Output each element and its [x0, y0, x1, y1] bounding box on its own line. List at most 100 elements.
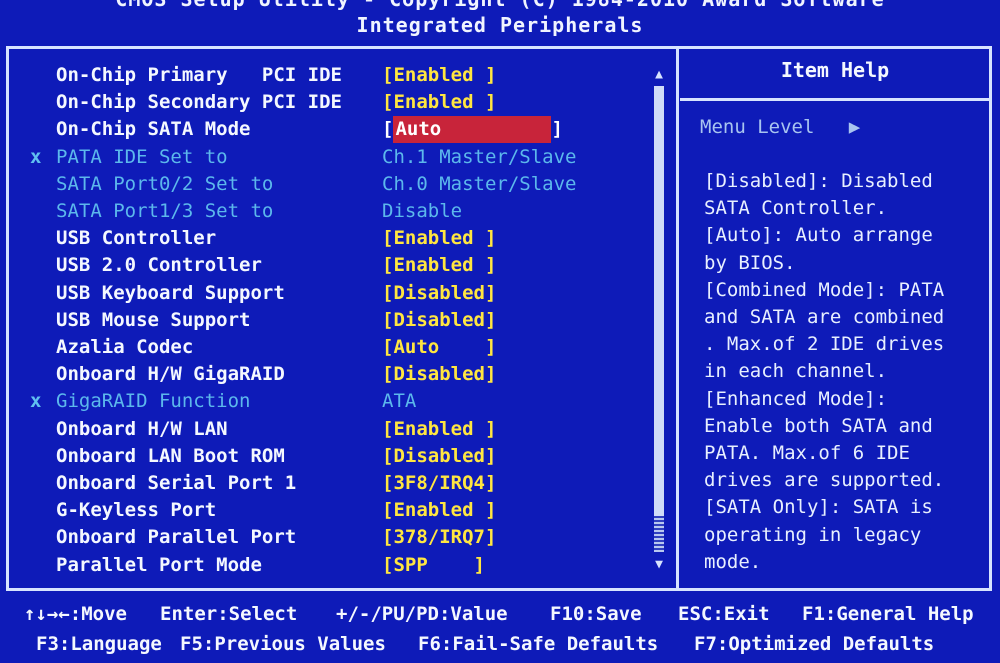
- setting-value[interactable]: [378/IRQ7]: [382, 524, 496, 551]
- setting-value[interactable]: [Enabled ]: [382, 497, 496, 524]
- help-line: Enable both SATA and: [704, 414, 933, 437]
- setting-label: GigaRAID Function: [56, 390, 251, 413]
- setting-label: On-Chip SATA Mode: [56, 118, 251, 141]
- key-legend: ↑↓→←:Move Enter:Select +/-/PU/PD:Value F10:…: [0, 600, 1000, 663]
- key-hint: F3:Language: [36, 633, 162, 655]
- key-hint: ↑↓→←:Move: [24, 603, 127, 625]
- setting-value[interactable]: [Disabled]: [382, 443, 496, 470]
- help-line: operating in legacy: [704, 523, 922, 546]
- help-line: SATA Controller.: [704, 197, 888, 220]
- setting-row: x GigaRAID Function ATA: [20, 388, 660, 415]
- panel-divider: [676, 46, 679, 591]
- setting-row: x PATA IDE Set to Ch.1 Master/Slave: [20, 144, 660, 171]
- setting-row[interactable]: Azalia Codec [Auto ]: [20, 334, 660, 361]
- help-line: [Disabled]: Disabled: [704, 170, 933, 192]
- setting-value[interactable]: [Enabled ]: [382, 416, 496, 443]
- scroll-up-icon[interactable]: ▲: [652, 68, 666, 82]
- help-text: [Disabled]: Disabled SATA Controller. [Aut…: [704, 168, 984, 576]
- setting-label: PATA IDE Set to: [56, 145, 228, 168]
- key-hint: F5:Previous Values: [180, 633, 386, 655]
- setting-label: On-Chip Secondary PCI IDE: [56, 91, 342, 114]
- setting-label: G-Keyless Port: [56, 499, 217, 522]
- setting-label: Onboard Parallel Port: [56, 526, 297, 549]
- setting-value: ATA: [382, 390, 417, 413]
- setting-value: Disable: [382, 200, 463, 222]
- setting-row[interactable]: USB Mouse Support [Disabled]: [20, 307, 660, 334]
- key-hint: Enter:Select: [160, 603, 298, 625]
- setting-value[interactable]: [Disabled]: [382, 307, 496, 334]
- setting-value[interactable]: [Enabled ]: [382, 252, 496, 279]
- item-help-title: Item Help: [780, 58, 890, 82]
- help-separator: [680, 98, 990, 101]
- setting-row[interactable]: Onboard H/W GigaRAID [Disabled]: [20, 361, 660, 388]
- help-line: [SATA Only]: SATA is: [704, 496, 933, 519]
- setting-row[interactable]: Onboard Serial Port 1 [3F8/IRQ4]: [20, 470, 660, 497]
- page-title: Integrated Peripherals: [356, 13, 644, 37]
- help-line: [Auto]: Auto arrange: [704, 224, 933, 247]
- item-help-panel: Item Help Menu Level ▶ [Disabled]: Disab…: [680, 50, 990, 588]
- setting-value[interactable]: [Disabled]: [382, 361, 496, 388]
- setting-row[interactable]: USB Keyboard Support [Disabled]: [20, 280, 660, 307]
- bracket-open: [: [382, 118, 394, 141]
- setting-value[interactable]: [3F8/IRQ4]: [382, 470, 496, 497]
- help-line: and SATA are combined: [704, 306, 945, 329]
- setting-value: Ch.0 Master/Slave: [382, 172, 577, 195]
- setting-row: SATA Port1/3 Set to Disable: [20, 198, 660, 225]
- setting-value[interactable]: [Enabled ]: [382, 225, 496, 252]
- setting-row[interactable]: USB 2.0 Controller [Enabled ]: [20, 252, 660, 279]
- setting-row[interactable]: Parallel Port Mode [SPP ]: [20, 552, 660, 579]
- setting-label: SATA Port1/3 Set to: [56, 200, 274, 222]
- title-bar: CMOS Setup Utility - Copyright (C) 1984-…: [0, 0, 1000, 38]
- help-line: in each channel.: [704, 360, 888, 383]
- setting-row[interactable]: On-Chip Primary PCI IDE [Enabled ]: [20, 62, 660, 89]
- help-line: mode.: [704, 550, 762, 573]
- setting-label: USB Mouse Support: [56, 308, 251, 331]
- setting-label: Azalia Codec: [56, 336, 194, 358]
- scrollbar[interactable]: ▲ ▼: [652, 68, 666, 572]
- setting-row[interactable]: On-Chip SATA Mode [Auto]: [20, 116, 660, 144]
- setting-marker: x: [30, 390, 42, 413]
- key-hint: F10:Save: [550, 603, 642, 625]
- setting-value[interactable]: [SPP ]: [382, 552, 485, 579]
- setting-label: Onboard LAN Boot ROM: [56, 444, 285, 467]
- key-hint: ESC:Exit: [678, 603, 770, 625]
- key-hint: F7:Optimized Defaults: [694, 633, 935, 655]
- setting-value[interactable]: [Enabled ]: [382, 89, 496, 116]
- setting-value[interactable]: [Auto ]: [382, 334, 496, 361]
- setting-label: Onboard Serial Port 1: [56, 472, 297, 494]
- setting-label: USB 2.0 Controller: [56, 254, 262, 277]
- key-legend-row-2: F3:Language F5:Previous Values F6:Fail-Saf…: [0, 630, 1000, 658]
- setting-label: Onboard H/W GigaRAID: [56, 363, 285, 386]
- key-legend-row-1: ↑↓→←:Move Enter:Select +/-/PU/PD:Value F10:…: [0, 600, 1000, 628]
- setting-value[interactable]: [Auto]: [382, 116, 563, 144]
- settings-list: On-Chip Primary PCI IDE [Enabled ] On-Chip…: [20, 62, 660, 582]
- key-hint: F1:General Help: [802, 603, 974, 625]
- help-line: [Enhanced Mode]:: [704, 387, 888, 410]
- help-line: PATA. Max.of 6 IDE: [704, 442, 910, 465]
- setting-value[interactable]: [Enabled ]: [382, 62, 496, 89]
- setting-label: SATA Port0/2 Set to: [56, 172, 274, 195]
- help-line: [Combined Mode]: PATA: [704, 278, 945, 301]
- scroll-thumb[interactable]: [654, 86, 664, 516]
- setting-row[interactable]: G-Keyless Port [Enabled ]: [20, 497, 660, 524]
- app-title: CMOS Setup Utility - Copyright (C) 1984-…: [0, 0, 1000, 12]
- setting-row[interactable]: Onboard H/W LAN [Enabled ]: [20, 416, 660, 443]
- selected-value[interactable]: Auto: [393, 116, 552, 144]
- setting-label: Parallel Port Mode: [56, 553, 262, 576]
- setting-row[interactable]: On-Chip Secondary PCI IDE [Enabled ]: [20, 89, 660, 116]
- setting-label: USB Keyboard Support: [56, 281, 285, 304]
- setting-value[interactable]: [Disabled]: [382, 280, 496, 307]
- setting-value: Ch.1 Master/Slave: [382, 145, 577, 168]
- setting-row: SATA Port0/2 Set to Ch.0 Master/Slave: [20, 171, 660, 198]
- setting-row[interactable]: Onboard LAN Boot ROM [Disabled]: [20, 443, 660, 470]
- key-hint: F6:Fail-Safe Defaults: [418, 633, 659, 655]
- bracket-close: ]: [551, 118, 563, 141]
- scroll-down-icon[interactable]: ▼: [652, 558, 666, 572]
- menu-level: Menu Level ▶: [700, 116, 861, 138]
- setting-row[interactable]: USB Controller [Enabled ]: [20, 225, 660, 252]
- setting-marker: x: [30, 145, 42, 168]
- key-hint: +/-/PU/PD:Value: [336, 603, 508, 625]
- setting-label: On-Chip Primary PCI IDE: [56, 64, 342, 86]
- setting-row[interactable]: Onboard Parallel Port [378/IRQ7]: [20, 524, 660, 551]
- help-line: . Max.of 2 IDE drives: [704, 333, 945, 356]
